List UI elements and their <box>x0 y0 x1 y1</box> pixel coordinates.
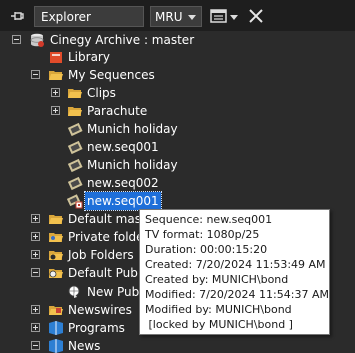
collapse-icon[interactable] <box>31 70 40 79</box>
sequence-icon <box>67 140 83 155</box>
private-folder-icon <box>49 233 63 242</box>
tree-item-label: Munich holiday <box>87 158 178 172</box>
tooltip-created-by: Created by: MUNICH\bond <box>145 273 289 286</box>
tree-item-clips[interactable]: Clips <box>0 84 268 102</box>
expand-icon[interactable] <box>31 214 40 223</box>
tree-item-label: News <box>68 339 101 353</box>
tree-item-label: new.seq002 <box>87 176 159 190</box>
expand-icon[interactable] <box>31 232 40 241</box>
tree-item-sequence-selected[interactable]: new.seq001 <box>0 191 268 211</box>
tree-item-label: Newswires <box>68 303 132 317</box>
folder-icon <box>68 89 82 98</box>
tree-item-root[interactable]: Cinegy Archive : master <box>0 31 268 49</box>
folder-icon <box>68 107 82 116</box>
tooltip-duration: Duration: 00:00:15:20 <box>145 243 268 256</box>
tooltip-locked-by: [locked by MUNICH\bond ] <box>145 318 293 331</box>
programs-icon <box>49 321 63 335</box>
job-folder-icon <box>49 251 63 260</box>
mru-label: MRU <box>155 10 183 24</box>
tree-item-label: Library <box>68 50 110 64</box>
tree-item-label: Job Folders <box>68 248 134 262</box>
expand-icon[interactable] <box>51 106 60 115</box>
expand-icon[interactable] <box>51 88 60 97</box>
folder-icon <box>49 215 63 224</box>
tree-item-label: Munich holiday <box>87 122 178 136</box>
tooltip-sequence: Sequence: new.seq001 <box>145 213 273 226</box>
pin-icon[interactable] <box>9 8 25 24</box>
explorer-title-field[interactable]: Explorer <box>34 6 144 27</box>
tree-item-label: Private folder <box>68 230 149 244</box>
sequence-icon <box>67 158 83 173</box>
globe-icon <box>68 285 80 298</box>
sequence-icon <box>67 122 83 137</box>
folder-open-icon <box>49 71 63 80</box>
tree-item-parachute[interactable]: Parachute <box>0 102 268 120</box>
tree-item-label: new.seq001 <box>87 140 159 154</box>
tree-item-news[interactable]: News <box>0 337 268 353</box>
tree-item-library[interactable]: Library <box>0 48 268 66</box>
tree-item-sequence[interactable]: new.seq001 <box>0 138 268 156</box>
library-icon <box>50 52 62 63</box>
tree-item-sequence[interactable]: new.seq002 <box>0 174 268 192</box>
tree-item-label: Clips <box>87 86 116 100</box>
locked-sequence-icon <box>67 194 83 209</box>
tooltip-created: Created: 7/20/2024 11:53:49 AM <box>145 258 326 271</box>
tree-item-sequence[interactable]: Munich holiday <box>0 120 268 138</box>
explorer-header: Explorer MRU <box>0 0 355 31</box>
news-icon <box>49 339 63 353</box>
chevron-down-icon <box>188 15 196 20</box>
tree-item-sequence[interactable]: Munich holiday <box>0 156 268 174</box>
sequence-icon <box>67 176 83 191</box>
collapse-icon[interactable] <box>31 341 40 350</box>
close-icon[interactable] <box>247 7 265 25</box>
tooltip-tv-format: TV format: 1080p/25 <box>145 228 260 241</box>
layout-icon[interactable] <box>208 6 240 27</box>
sequence-tooltip: Sequence: new.seq001 TV format: 1080p/25… <box>139 209 330 335</box>
collapse-icon[interactable] <box>12 35 21 44</box>
expand-icon[interactable] <box>31 250 40 259</box>
mru-dropdown[interactable]: MRU <box>150 6 202 27</box>
tree-item-label: My Sequences <box>68 68 155 82</box>
explorer-title: Explorer <box>41 10 91 24</box>
collapse-icon[interactable] <box>31 268 40 277</box>
database-icon <box>30 33 44 47</box>
tree-item-label: Parachute <box>87 104 148 118</box>
tree-item-label: new.seq001 <box>84 191 162 211</box>
expand-icon[interactable] <box>31 323 40 332</box>
tree-item-label: Programs <box>68 321 125 335</box>
tree-item-my-sequences[interactable]: My Sequences <box>0 66 268 84</box>
tree-item-label: Cinegy Archive : master <box>50 33 195 47</box>
newswires-icon <box>49 306 63 315</box>
expand-icon[interactable] <box>31 305 40 314</box>
public-folder-icon <box>49 269 63 278</box>
tooltip-modified: Modified: 7/20/2024 11:54:37 AM <box>145 288 329 301</box>
tooltip-modified-by: Modified by: MUNICH\bond <box>145 303 292 316</box>
